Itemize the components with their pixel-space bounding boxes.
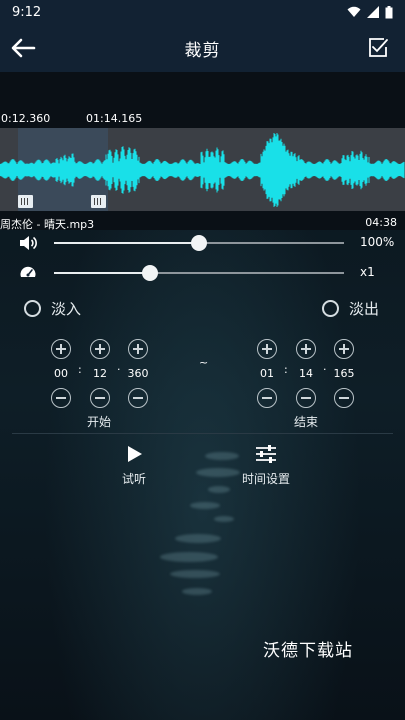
end-label: 结束 bbox=[293, 415, 318, 429]
end-minutes-increment[interactable] bbox=[257, 339, 277, 359]
start-colon: : bbox=[78, 363, 82, 376]
fade-in-radio[interactable] bbox=[24, 300, 41, 317]
range-separator: ~ bbox=[199, 356, 209, 369]
end-millis: 165 bbox=[333, 367, 355, 380]
total-duration: 04:38 bbox=[365, 216, 397, 229]
waveform-path bbox=[0, 133, 405, 207]
fade-in-option[interactable]: 淡入 bbox=[24, 298, 81, 319]
volume-fill bbox=[54, 242, 199, 244]
start-seconds: 12 bbox=[93, 367, 107, 380]
speed-fill bbox=[54, 272, 150, 274]
preview-button[interactable]: 试听 bbox=[122, 444, 146, 487]
end-colon: : bbox=[284, 363, 288, 376]
time-settings-label: 时间设置 bbox=[242, 472, 291, 486]
speed-value: x1 bbox=[360, 265, 375, 279]
sliders-icon bbox=[256, 445, 276, 463]
battery-icon bbox=[385, 5, 393, 18]
start-dot: · bbox=[117, 363, 121, 376]
confirm-check-icon[interactable] bbox=[367, 37, 389, 59]
end-millis-decrement[interactable] bbox=[334, 388, 354, 408]
start-seconds-increment[interactable] bbox=[90, 339, 110, 359]
volume-row: 100% bbox=[0, 231, 405, 255]
preview-label: 试听 bbox=[122, 472, 147, 486]
end-seconds-increment[interactable] bbox=[296, 339, 316, 359]
start-minutes: 00 bbox=[54, 367, 68, 380]
fade-out-radio[interactable] bbox=[322, 300, 339, 317]
status-bar: 9:12 bbox=[0, 0, 405, 24]
waveform-graph bbox=[0, 133, 405, 207]
end-dot: · bbox=[323, 363, 327, 376]
start-millis-decrement[interactable] bbox=[128, 388, 148, 408]
start-minutes-increment[interactable] bbox=[51, 339, 71, 359]
volume-slider[interactable] bbox=[54, 235, 344, 251]
selection-end-time: 01:14.165 bbox=[86, 112, 143, 125]
start-seconds-decrement[interactable] bbox=[90, 388, 110, 408]
start-millis-increment[interactable] bbox=[128, 339, 148, 359]
end-millis-increment[interactable] bbox=[334, 339, 354, 359]
start-millis: 360 bbox=[127, 367, 149, 380]
signal-icon bbox=[367, 6, 379, 18]
play-icon bbox=[128, 446, 142, 462]
watermark: 沃德下载站 bbox=[263, 641, 353, 661]
page-title: 裁剪 bbox=[184, 40, 221, 61]
selection-start-time: 0:12.360 bbox=[1, 112, 51, 125]
status-time: 9:12 bbox=[12, 4, 42, 20]
end-seconds: 14 bbox=[299, 367, 313, 380]
top-toolbar: 裁剪 bbox=[0, 24, 405, 72]
volume-thumb[interactable] bbox=[191, 235, 207, 251]
end-minutes-decrement[interactable] bbox=[257, 388, 277, 408]
end-seconds-decrement[interactable] bbox=[296, 388, 316, 408]
start-handle[interactable] bbox=[18, 195, 33, 208]
fade-out-label: 淡出 bbox=[349, 300, 380, 318]
end-minutes: 01 bbox=[260, 367, 274, 380]
speedometer-icon bbox=[20, 266, 36, 277]
fade-out-option[interactable]: 淡出 bbox=[322, 298, 379, 319]
file-name: 周杰伦 - 晴天.mp3 bbox=[0, 218, 95, 231]
wifi-icon bbox=[347, 6, 361, 17]
waveform-panel: 0:12.360 01:14.165 周杰伦 - 晴天.mp3 04:38 bbox=[0, 72, 405, 231]
back-arrow-icon[interactable] bbox=[10, 36, 36, 60]
speed-row: x1 bbox=[0, 261, 405, 285]
speed-slider[interactable] bbox=[54, 265, 344, 281]
time-settings-button[interactable]: 时间设置 bbox=[242, 444, 290, 487]
end-handle[interactable] bbox=[91, 195, 106, 208]
start-minutes-decrement[interactable] bbox=[51, 388, 71, 408]
volume-value: 100% bbox=[360, 235, 395, 249]
waveform[interactable] bbox=[0, 128, 405, 211]
speed-thumb[interactable] bbox=[141, 265, 158, 281]
divider bbox=[12, 433, 393, 434]
start-label: 开始 bbox=[86, 415, 111, 429]
volume-icon bbox=[20, 236, 37, 250]
fade-in-label: 淡入 bbox=[51, 300, 82, 318]
